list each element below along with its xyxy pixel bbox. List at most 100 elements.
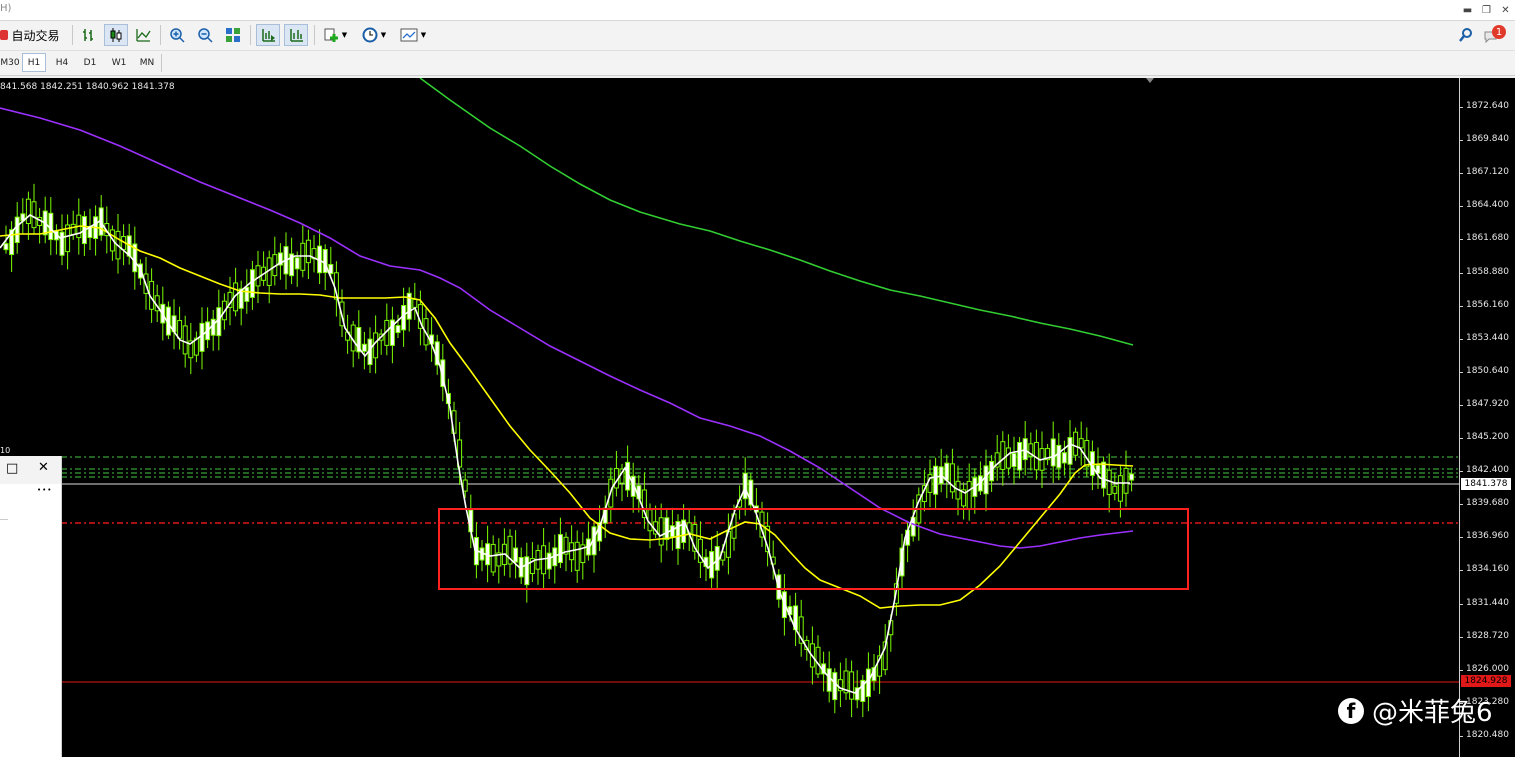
templates-dropdown[interactable]: ▼: [396, 24, 430, 46]
bearish-candle: [1117, 475, 1123, 502]
price-tick-label: 1869.840: [1466, 134, 1509, 145]
bullish-candle: [199, 322, 205, 352]
close-icon[interactable]: ✕: [1496, 0, 1515, 20]
notification-badge: 1: [1492, 25, 1506, 39]
restore-icon[interactable]: □: [6, 461, 18, 476]
price-tick-label: 1828.720: [1466, 630, 1509, 641]
bearish-candle: [462, 479, 468, 492]
timeframe-m30[interactable]: M30: [0, 53, 20, 72]
chevron-down-icon: ▼: [420, 31, 427, 39]
candlestick-button[interactable]: [104, 24, 128, 46]
periods-dropdown[interactable]: ▼: [358, 24, 390, 46]
minimize-icon[interactable]: ▬: [1458, 0, 1477, 20]
price-tick-mark: [1459, 438, 1463, 439]
bullish-candle: [14, 216, 20, 244]
bullish-candle: [294, 257, 300, 270]
bullish-candle: [826, 668, 832, 692]
chart-canvas[interactable]: [0, 78, 1459, 757]
zoom-in-icon: [170, 28, 185, 43]
bullish-candle: [361, 343, 367, 352]
bearish-candle: [490, 543, 496, 573]
tile-windows-icon: [226, 28, 240, 42]
price-tick-label: 1853.440: [1466, 332, 1509, 343]
price-tick-label: 1820.480: [1466, 729, 1509, 740]
window-title: H): [0, 3, 12, 14]
price-tick-mark: [1459, 107, 1463, 108]
bearish-candle: [412, 298, 418, 308]
timeframe-h1[interactable]: H1: [22, 53, 46, 72]
zoom-in-button[interactable]: [166, 24, 188, 46]
price-tick-mark: [1459, 239, 1463, 241]
zoom-out-icon: [198, 28, 213, 43]
bullish-candle: [944, 462, 950, 481]
toolbar-separator: [160, 25, 161, 45]
zoom-out-button[interactable]: [194, 24, 216, 46]
bearish-candle: [1005, 447, 1011, 469]
tile-windows-button[interactable]: [222, 24, 244, 46]
bullish-candle: [664, 517, 670, 540]
bearish-candle: [177, 320, 183, 339]
current-price-label: 1841.378: [1461, 478, 1511, 490]
price-tick-label: 1864.400: [1466, 200, 1509, 211]
price-tick-label: 1850.640: [1466, 365, 1509, 376]
price-tick-mark: [1459, 173, 1463, 175]
panel-divider: [0, 519, 8, 520]
restore-icon[interactable]: ❐: [1477, 0, 1496, 20]
bearish-candle: [300, 242, 306, 271]
search-icon: [1459, 28, 1472, 42]
bearish-candle: [1073, 431, 1079, 456]
bearish-candle: [1123, 467, 1129, 494]
candlestick-icon: [110, 28, 122, 42]
chart-shift-button[interactable]: [256, 24, 280, 46]
bullish-candle: [742, 472, 748, 500]
bullish-candle: [244, 286, 250, 302]
watermark-handle: @米菲兔6: [1372, 698, 1493, 728]
price-chart[interactable]: 841.568 1842.251 1840.962 1841.378 10 18…: [0, 78, 1515, 757]
price-tick-mark: [1459, 404, 1463, 406]
notifications-button[interactable]: 1: [1482, 24, 1510, 46]
toolbar-separator: [314, 25, 315, 45]
price-tick-label: 1845.200: [1466, 432, 1509, 442]
bullish-candle: [865, 668, 871, 698]
indicators-dropdown[interactable]: ▼: [318, 24, 352, 46]
bullish-candle: [1056, 444, 1062, 469]
chart-shift-marker-icon[interactable]: [1146, 78, 1154, 83]
autoscroll-button[interactable]: [284, 24, 308, 46]
bearish-candle: [647, 509, 653, 532]
timeframe-w1[interactable]: W1: [106, 53, 132, 72]
add-indicator-icon: [324, 28, 338, 42]
red-line-price-label: 1824.928: [1461, 675, 1511, 687]
bullish-candle: [933, 465, 939, 495]
price-axis-line: [1459, 78, 1460, 757]
bullish-candle: [1067, 437, 1073, 465]
bearish-candle: [182, 325, 188, 355]
facebook-icon: f: [1338, 697, 1364, 724]
bullish-candle: [832, 672, 838, 701]
ohlc-readout: 841.568 1842.251 1840.962 1841.378: [0, 82, 175, 92]
period-separator-label: 10: [0, 446, 11, 455]
autotrade-button[interactable]: 自动交易: [0, 24, 60, 46]
bullish-candle: [3, 243, 9, 251]
price-tick-mark: [1459, 504, 1463, 506]
bar-chart-button[interactable]: [78, 24, 100, 46]
timeframe-h4[interactable]: H4: [50, 53, 74, 72]
chevron-down-icon: ▼: [380, 31, 387, 39]
bullish-candle: [983, 465, 989, 495]
close-icon[interactable]: ✕: [38, 460, 49, 475]
bearish-candle: [1112, 485, 1118, 494]
timeframe-separator: [161, 54, 162, 72]
bar-chart-icon: [83, 29, 93, 41]
chart-shift-icon: [262, 29, 275, 42]
moving-average-green: [419, 78, 1134, 346]
bearish-candle: [25, 198, 31, 225]
timeframe-d1[interactable]: D1: [78, 53, 102, 72]
search-button[interactable]: [1456, 24, 1476, 46]
timeframe-mn[interactable]: MN: [134, 53, 160, 72]
line-chart-button[interactable]: [132, 24, 154, 46]
price-tick-label: 1856.160: [1466, 299, 1509, 310]
autotrade-label: 自动交易: [11, 28, 60, 43]
more-options-icon[interactable]: •••: [37, 486, 52, 494]
price-tick-label: 1826.000: [1466, 663, 1509, 674]
side-panel: □ ✕ •••: [0, 456, 62, 757]
bullish-candle: [557, 534, 563, 564]
